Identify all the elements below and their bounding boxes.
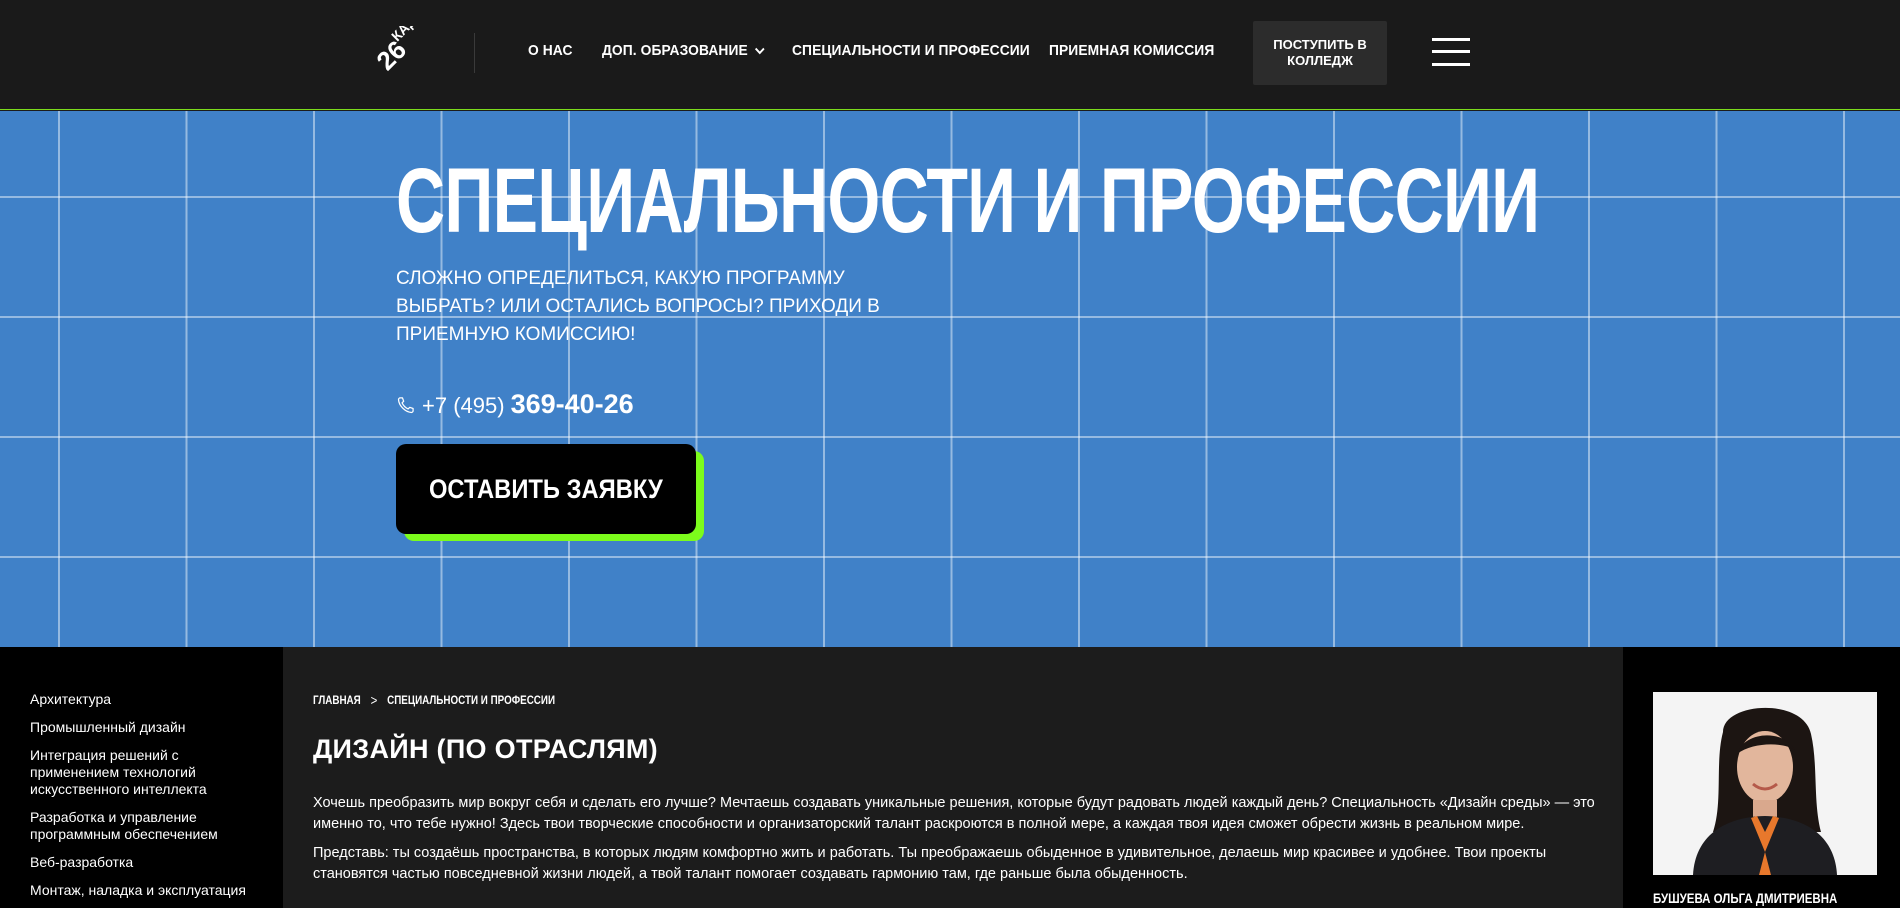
sidebar-item-web-development[interactable]: Веб-разработка (30, 854, 263, 871)
hero-subtitle: СЛОЖНО ОПРЕДЕЛИТЬСЯ, КАКУЮ ПРОГРАММУ ВЫБ… (396, 268, 880, 345)
contact-person-name: БУШУЕВА ОЛЬГА ДМИТРИЕВНА (1653, 890, 1838, 906)
header-divider (474, 33, 475, 73)
nav-item-label: ДОП. ОБРАЗОВАНИЕ (602, 42, 748, 59)
sidebar-item-ai-integration[interactable]: Интеграция решений с применением техноло… (30, 747, 263, 798)
sidebar-item-architecture[interactable]: Архитектура (30, 691, 263, 708)
breadcrumb: ГЛАВНАЯ > СПЕЦИАЛЬНОСТИ И ПРОФЕССИИ (313, 692, 1363, 708)
sidebar-item-industrial-design[interactable]: Промышленный дизайн (30, 719, 263, 736)
sidebar-item-installation[interactable]: Монтаж, наладка и эксплуатация (30, 882, 263, 899)
breadcrumb-separator: > (370, 692, 378, 708)
leave-request-button[interactable]: ОСТАВИТЬ ЗАЯВКУ (396, 444, 696, 534)
leave-request-label: ОСТАВИТЬ ЗАЯВКУ (429, 473, 663, 504)
main-content: ГЛАВНАЯ > СПЕЦИАЛЬНОСТИ И ПРОФЕССИИ ДИЗА… (283, 647, 1623, 908)
contact-person-panel: БУШУЕВА ОЛЬГА ДМИТРИЕВНА (1623, 647, 1900, 908)
phone-number: 369-40-26 (510, 389, 634, 419)
hero-section: СПЕЦИАЛЬНОСТИ И ПРОФЕССИИ СЛОЖНО ОПРЕДЕЛ… (0, 111, 1900, 647)
nav-item-about[interactable]: О НАС (528, 42, 573, 59)
description-paragraph: Хочешь преобразить мир вокруг себя и сде… (313, 795, 1595, 832)
nav-item-label: О НАС (528, 42, 573, 59)
nav-item-specialties[interactable]: СПЕЦИАЛЬНОСТИ И ПРОФЕССИИ (792, 42, 1030, 59)
sidebar-item-software-development[interactable]: Разработка и управление программным обес… (30, 809, 263, 843)
breadcrumb-home[interactable]: ГЛАВНАЯ (313, 693, 361, 707)
hamburger-icon[interactable] (1432, 38, 1470, 66)
nav-item-extra-education[interactable]: ДОП. ОБРАЗОВАНИЕ (602, 42, 765, 59)
contact-person-photo (1653, 692, 1877, 875)
specialties-sidebar: Архитектура Промышленный дизайн Интеграц… (0, 647, 283, 908)
nav-item-admissions[interactable]: ПРИЕМНАЯ КОМИССИЯ (1049, 42, 1214, 59)
site-header: 26 КАДР О НАС ДОП. ОБРАЗОВАНИЕ СПЕЦИАЛЬН… (0, 0, 1900, 110)
hero-title: СПЕЦИАЛЬНОСТИ И ПРОФЕССИИ (396, 150, 1540, 252)
description-paragraph: Представь: ты создаёшь пространства, в к… (313, 845, 1547, 882)
apply-to-college-button[interactable]: ПОСТУПИТЬ В КОЛЛЕДЖ (1253, 21, 1387, 85)
nav-item-label: СПЕЦИАЛЬНОСТИ И ПРОФЕССИИ (792, 42, 1030, 59)
svg-text:26: 26 (370, 34, 412, 76)
hero-phone-link[interactable]: +7 (495) 369-40-26 (396, 389, 634, 420)
logo[interactable]: 26 КАДР (355, 6, 431, 78)
phone-icon (397, 396, 414, 413)
page-title: ДИЗАЙН (ПО ОТРАСЛЯМ) (313, 734, 658, 764)
breadcrumb-current: СПЕЦИАЛЬНОСТИ И ПРОФЕССИИ (387, 693, 556, 707)
chevron-down-icon (755, 47, 765, 54)
logo-icon: 26 КАДР (370, 6, 426, 76)
phone-prefix: +7 (495) (422, 393, 505, 418)
person-photo-icon (1653, 692, 1877, 875)
nav-item-label: ПРИЕМНАЯ КОМИССИЯ (1049, 42, 1215, 59)
